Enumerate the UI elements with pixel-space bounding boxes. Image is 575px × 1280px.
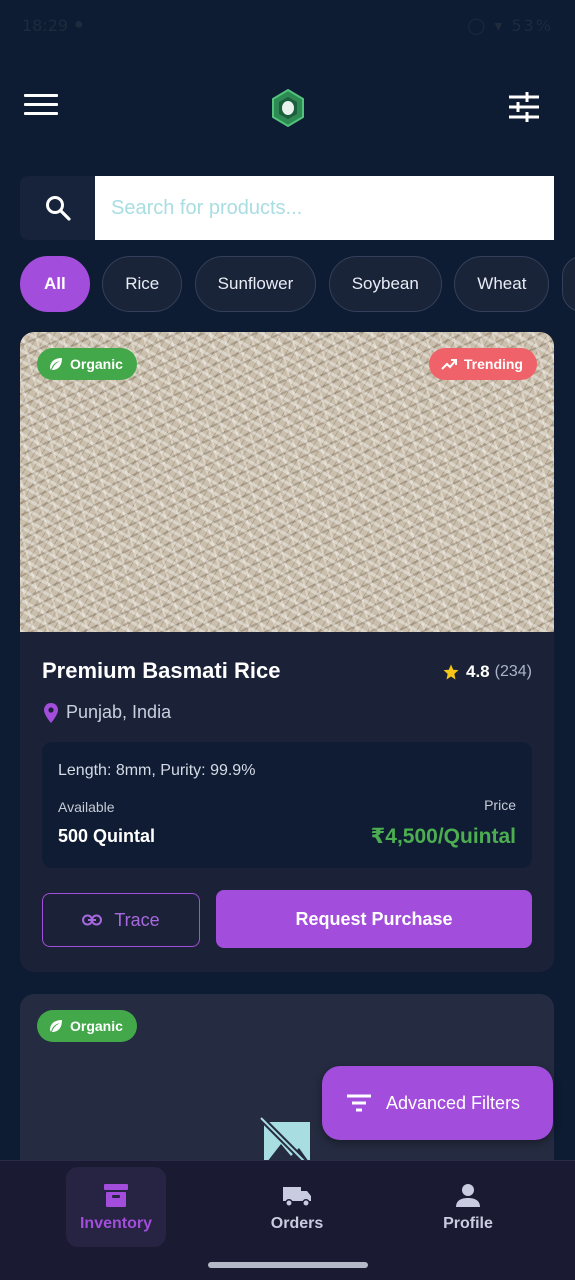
price-label: Price (484, 797, 516, 813)
nav-profile-label: Profile (443, 1215, 493, 1232)
alarm-icon: ◯ (467, 16, 488, 35)
chip-sunflower[interactable]: Sunflower (194, 256, 317, 312)
person-icon (456, 1184, 480, 1207)
nav-inventory[interactable]: Inventory (66, 1167, 166, 1247)
product-card[interactable]: Organic Trending Premium Basmati Rice 4.… (20, 332, 554, 972)
nav-profile[interactable]: Profile (418, 1167, 518, 1247)
organic-badge: Organic (37, 348, 137, 380)
product-location: Punjab, India (44, 702, 171, 723)
chip-rice[interactable]: Rice (102, 256, 183, 312)
search-icon-button[interactable] (20, 176, 95, 240)
filter-icon (347, 1094, 371, 1112)
truck-icon (283, 1187, 311, 1207)
trending-badge-label: Trending (463, 356, 523, 372)
organic-badge-label: Organic (70, 356, 123, 372)
leaf-icon (50, 358, 62, 370)
app-bar (0, 80, 575, 136)
request-purchase-label: Request Purchase (295, 908, 453, 929)
advanced-filters-label: Advanced Filters (386, 1092, 521, 1113)
star-icon (443, 664, 459, 680)
available-value: 500 Quintal (58, 826, 156, 846)
product-image: Organic Trending (20, 332, 554, 632)
chip-soybean[interactable]: Soybean (328, 256, 442, 312)
product-rating: 4.8 (234) (442, 662, 532, 682)
organic-badge-label: Organic (70, 1018, 123, 1034)
rating-value: 4.8 (466, 662, 490, 681)
inventory-icon (104, 1184, 128, 1207)
product-info-box: Length: 8mm, Purity: 99.9% Available 500… (42, 742, 532, 868)
price-value: ₹4,500/Quintal (370, 825, 516, 848)
link-icon (82, 914, 103, 926)
chip-more[interactable] (561, 256, 575, 312)
available-label: Available (58, 799, 115, 815)
search-input[interactable] (95, 176, 554, 240)
app-logo (272, 88, 304, 128)
category-chips: All Rice Sunflower Soybean Wheat (20, 256, 575, 312)
product-spec: Length: 8mm, Purity: 99.9% (58, 762, 256, 779)
status-bar: 18:29 ● ◯ ▾ 53% (0, 0, 575, 54)
advanced-filters-button[interactable]: Advanced Filters (322, 1066, 553, 1140)
trending-up-icon (441, 359, 457, 370)
leaf-icon (50, 1020, 62, 1032)
chip-all[interactable]: All (20, 256, 90, 312)
location-pin-icon (44, 702, 58, 723)
request-purchase-button[interactable]: Request Purchase (216, 890, 532, 948)
status-indicators: ◯ ▾ 53% (467, 16, 553, 35)
nav-inventory-label: Inventory (79, 1215, 152, 1232)
tune-icon[interactable] (507, 90, 541, 124)
product-title: Premium Basmati Rice (42, 658, 281, 683)
search-bar (20, 176, 554, 240)
menu-icon[interactable] (24, 94, 58, 122)
nav-orders[interactable]: Orders (247, 1167, 347, 1247)
chip-wheat[interactable]: Wheat (454, 256, 550, 312)
trace-button[interactable]: Trace (42, 893, 200, 947)
trace-button-label: Trace (114, 909, 160, 930)
status-time: 18:29 (22, 16, 69, 35)
notification-icon: ● (74, 16, 84, 33)
organic-badge: Organic (37, 1010, 137, 1042)
broken-image-icon (259, 1116, 310, 1166)
review-count: (234) (494, 663, 532, 680)
home-indicator[interactable] (208, 1262, 368, 1268)
wifi-icon: ▾ (494, 16, 505, 35)
nav-orders-label: Orders (270, 1215, 324, 1232)
trending-badge: Trending (428, 348, 537, 380)
search-icon (45, 196, 71, 221)
location-text: Punjab, India (66, 702, 172, 722)
battery-label: 53% (511, 16, 553, 35)
